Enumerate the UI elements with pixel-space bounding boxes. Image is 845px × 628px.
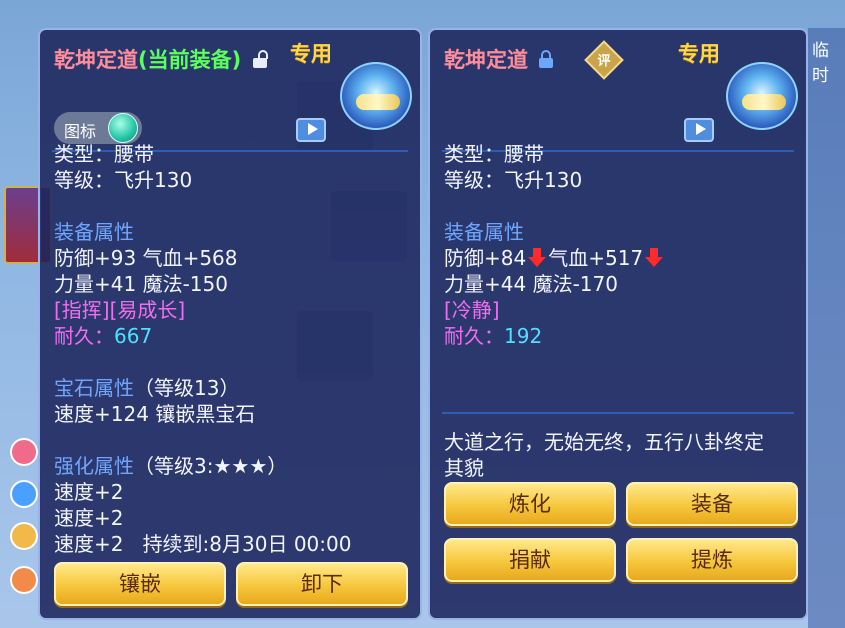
special-tags: [冷静] xyxy=(444,298,500,322)
gem-header-label: 宝石属性 xyxy=(54,376,134,400)
unequip-button[interactable]: 卸下 xyxy=(236,562,408,606)
item-name: 乾坤定道 xyxy=(444,48,528,72)
item-name: 乾坤定道 xyxy=(54,48,138,72)
equipped-tag: (当前装备) xyxy=(138,48,242,72)
share-icon[interactable] xyxy=(684,118,714,142)
belt-item-icon xyxy=(726,62,798,130)
durability: 耐久：192 xyxy=(444,320,542,349)
right-side-strip xyxy=(808,28,845,628)
attr-line-1: 防御+84 气血+517 xyxy=(444,242,665,271)
refine-button[interactable]: 炼化 xyxy=(444,482,616,526)
tab-temporary[interactable]: 临时 xyxy=(812,36,845,86)
rate-badge-icon[interactable]: 评 xyxy=(584,40,624,80)
extract-button[interactable]: 提炼 xyxy=(626,538,798,582)
enh-line-1: 速度+2 xyxy=(54,480,124,504)
durability-value: 192 xyxy=(504,324,543,348)
rate-badge-label: 评 xyxy=(597,53,611,69)
exclusive-label: 专用 xyxy=(678,42,720,66)
arrow-down-icon xyxy=(645,248,664,268)
arrow-down-icon xyxy=(528,248,547,268)
item-title: 乾坤定道(当前装备) xyxy=(54,44,268,74)
durability-label: 耐久： xyxy=(54,324,114,348)
inlay-button[interactable]: 镶嵌 xyxy=(54,562,226,606)
enh-level: （等级3:★★★） xyxy=(134,454,288,478)
attr-defense: 防御+84 xyxy=(444,246,527,270)
lock-icon[interactable] xyxy=(539,50,554,68)
gem-header: 宝石属性（等级13） xyxy=(54,372,239,401)
belt-item-icon xyxy=(340,62,412,130)
equipped-item-tooltip: 乾坤定道(当前装备) 专用 图标 类型：腰带 等级：飞升130 装备属性 防御+… xyxy=(38,28,422,620)
item-type: 类型：腰带 xyxy=(54,142,154,166)
item-level: 等级：飞升130 xyxy=(444,168,583,192)
enh-line-2: 速度+2 xyxy=(54,506,124,530)
exclusive-label: 专用 xyxy=(290,42,332,66)
enh-duration: 持续到:8月30日 00:00 xyxy=(142,532,352,556)
enh-line-3: 速度+2 持续到:8月30日 00:00 xyxy=(54,528,351,557)
attr-line-2: 力量+41 魔法-150 xyxy=(54,272,228,296)
compare-item-tooltip: 乾坤定道 评 专用 类型：腰带 等级：飞升130 装备属性 防御+84 气血+51… xyxy=(428,28,808,620)
item-level: 等级：飞升130 xyxy=(54,168,193,192)
fist-icon[interactable] xyxy=(10,566,38,594)
unlock-icon[interactable] xyxy=(252,50,268,68)
description-line-2: 其貌 xyxy=(444,456,484,480)
sword-icon[interactable] xyxy=(10,522,38,550)
durability: 耐久：667 xyxy=(54,320,152,349)
attr-header: 装备属性 xyxy=(444,220,524,244)
gem-line: 速度+124 镶嵌黑宝石 xyxy=(54,402,256,426)
enh-header: 强化属性（等级3:★★★） xyxy=(54,450,287,479)
attr-line-1: 防御+93 气血+568 xyxy=(54,246,238,270)
item-type: 类型：腰带 xyxy=(444,142,544,166)
enh-line-3-value: 速度+2 xyxy=(54,532,124,556)
durability-label: 耐久： xyxy=(444,324,504,348)
divider xyxy=(442,412,794,414)
shield-icon[interactable] xyxy=(10,480,38,508)
item-title: 乾坤定道 xyxy=(444,44,554,74)
attr-header: 装备属性 xyxy=(54,220,134,244)
description-line-1: 大道之行，无始无终，五行八卦终定 xyxy=(444,430,764,454)
durability-value: 667 xyxy=(114,324,153,348)
equip-button[interactable]: 装备 xyxy=(626,482,798,526)
special-tags: [指挥][易成长] xyxy=(54,298,186,322)
gem-level: （等级13） xyxy=(134,376,240,400)
share-icon[interactable] xyxy=(296,118,326,142)
enh-header-label: 强化属性 xyxy=(54,454,134,478)
heart-icon[interactable] xyxy=(10,438,38,466)
attr-line-2: 力量+44 魔法-170 xyxy=(444,272,618,296)
donate-button[interactable]: 捐献 xyxy=(444,538,616,582)
attr-hp: 气血+517 xyxy=(548,246,644,270)
